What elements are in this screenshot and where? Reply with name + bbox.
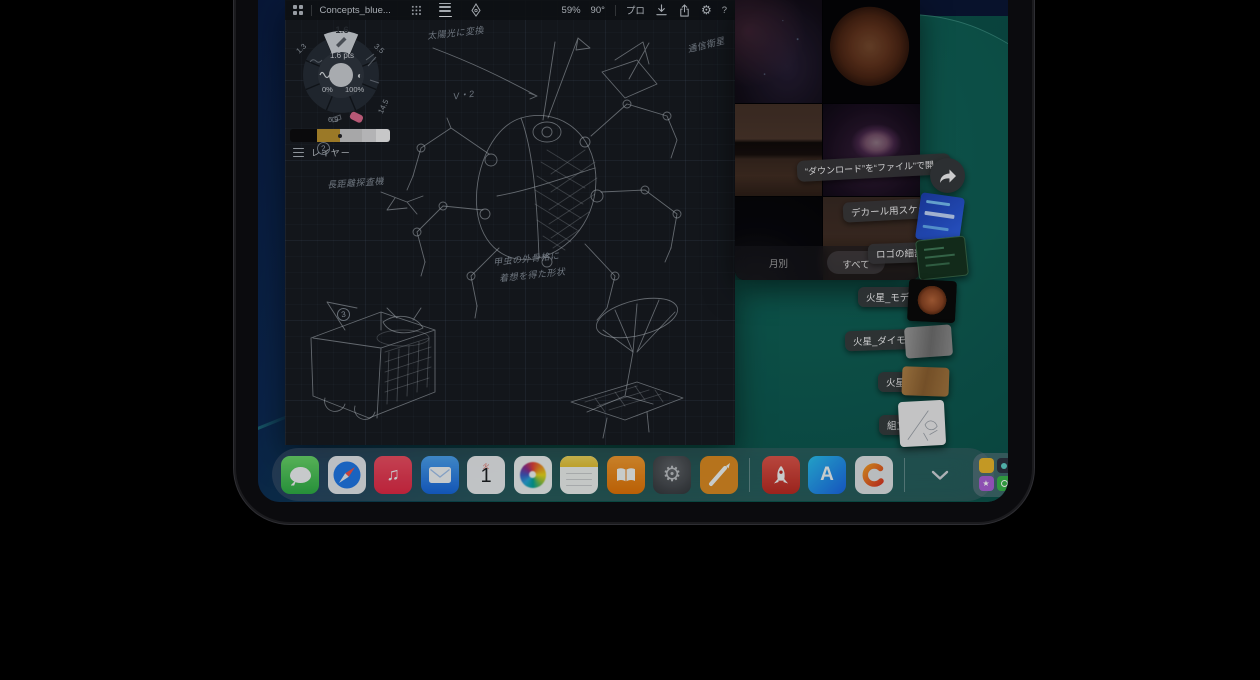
drag-thumb-logo-detail[interactable] (915, 235, 969, 280)
drag-thumb-mars-model[interactable] (907, 279, 957, 323)
share-drop-button[interactable] (930, 158, 965, 193)
drag-thumb-mars-deimos[interactable] (904, 324, 953, 358)
drag-drop-layer: “ダウンロード”を“ファイル”で開く デカール用スケッチ ロゴの細部 火星_モデ… (258, 0, 1008, 502)
drag-thumb-mars-surface[interactable] (902, 366, 950, 397)
drag-thumb-assembly-sketch[interactable] (898, 400, 946, 447)
ipad-device: Concepts_blue... 59% 90° プロ (236, 0, 1032, 522)
open-in-files-tooltip: “ダウンロード”を“ファイル”で開く (797, 153, 952, 182)
ipad-screen: Concepts_blue... 59% 90° プロ (258, 0, 1008, 502)
share-arrow-icon (939, 168, 957, 184)
